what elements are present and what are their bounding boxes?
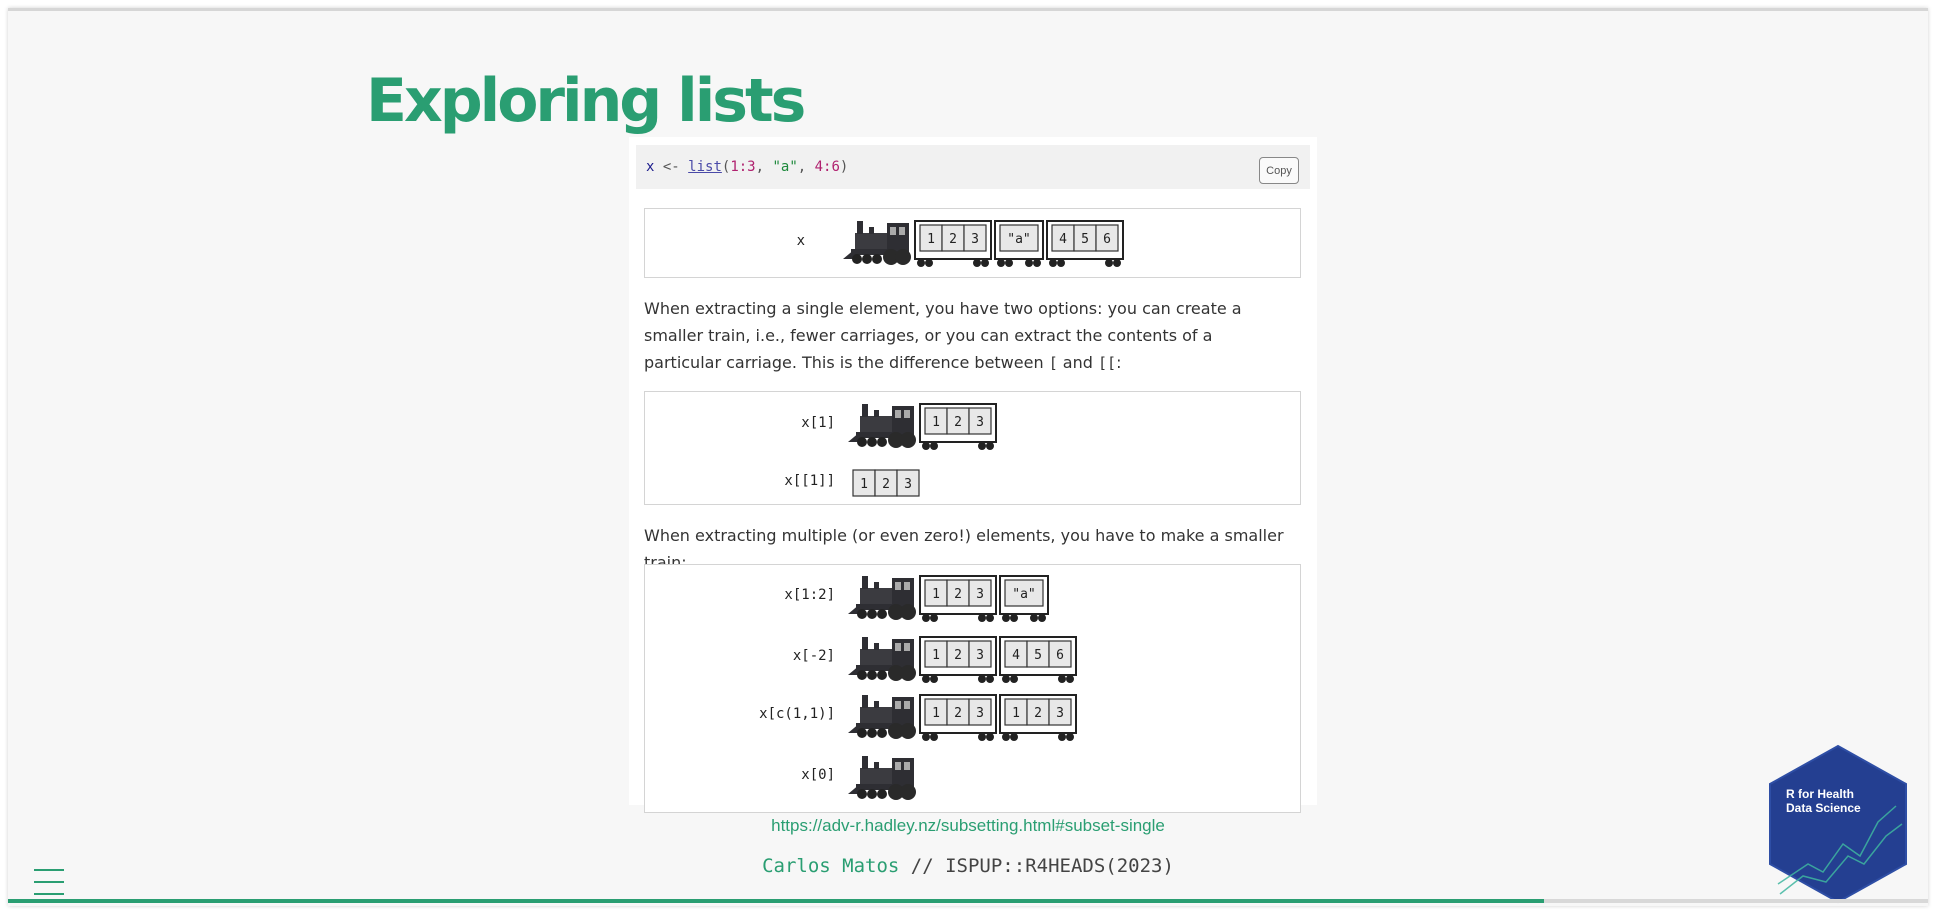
diagram-label: x — [796, 233, 805, 249]
para1-text: When extracting a single element, you ha… — [644, 299, 1242, 372]
cell-value: 2 — [954, 706, 962, 721]
cell-value: 3 — [904, 477, 912, 492]
locomotive-icon — [848, 637, 916, 681]
locomotive-icon — [848, 695, 916, 739]
cell-value: 3 — [976, 587, 984, 602]
carriage: "a" — [999, 575, 1049, 622]
diagram-x: x 1 2 3 "a" 4 5 6 — [644, 208, 1301, 278]
code-str: "a" — [772, 159, 798, 175]
train-x: 1 2 3 "a" 4 5 6 — [843, 220, 1124, 267]
cell-value: 2 — [954, 587, 962, 602]
cell-value: 1 — [932, 706, 940, 721]
locomotive-icon — [848, 576, 916, 620]
progress-fill — [8, 899, 1544, 903]
cell-value: 1 — [932, 587, 940, 602]
diagram-multiple: x[1:2] 1 2 3 "a" x[-2] 123456 x[c(1,1)] 123… — [644, 564, 1301, 813]
cell-value: 2 — [954, 415, 962, 430]
logo-text-1: R for Health — [1786, 787, 1854, 801]
cell-value: 2 — [1034, 706, 1042, 721]
code-sep1: , — [755, 159, 773, 175]
train-x0 — [848, 756, 916, 800]
logo-text-2: Data Science — [1786, 801, 1861, 815]
train-xc11: 123123 — [848, 694, 1077, 741]
cell-value: 1 — [1012, 706, 1020, 721]
para1-and: and — [1057, 353, 1098, 372]
copy-button[interactable]: Copy — [1259, 157, 1299, 184]
carriage: 123 — [919, 575, 997, 622]
code-line: x <- list(1:3, "a", 4:6) — [646, 159, 848, 175]
code-block: x <- list(1:3, "a", 4:6) Copy — [636, 145, 1310, 189]
code-close: ) — [839, 159, 849, 175]
footer: Carlos Matos // ISPUP::R4HEADS(2023) — [0, 855, 1936, 877]
diagram-label: x[-2] — [792, 648, 835, 664]
cell-value: 1 — [932, 648, 940, 663]
diagram-label: x[0] — [801, 767, 835, 783]
diagram-label: x[[1]] — [784, 473, 835, 489]
carriage: 123 — [919, 636, 997, 683]
cell-value: 1 — [860, 477, 868, 492]
code-fn: list — [688, 159, 722, 175]
slide: Exploring lists x <- list(1:3, "a", 4:6)… — [8, 8, 1928, 906]
cell-value: "a" — [1007, 232, 1030, 247]
menu-line — [34, 881, 64, 883]
carriage: 123 — [999, 694, 1077, 741]
cell-value: 1 — [927, 232, 935, 247]
carriage: 456 — [1046, 220, 1124, 267]
carriage: "a" — [994, 220, 1044, 267]
cell-value: "a" — [1012, 587, 1035, 602]
cell-value: 3 — [971, 232, 979, 247]
train-x12: 1 2 3 "a" — [848, 575, 1049, 622]
para1-op1: [ — [1048, 354, 1058, 372]
footer-name: Carlos Matos — [762, 855, 900, 877]
source-link[interactable]: https://adv-r.hadley.nz/subsetting.html#… — [0, 816, 1936, 836]
cell-value: 2 — [949, 232, 957, 247]
cell-value: 6 — [1056, 648, 1064, 663]
carriage: 123 — [914, 220, 992, 267]
locomotive-icon — [843, 221, 911, 265]
cell-value: 3 — [976, 648, 984, 663]
train-x11: 123 — [852, 469, 920, 497]
carriage: 456 — [999, 636, 1077, 683]
content-image: x <- list(1:3, "a", 4:6) Copy x 1 2 3 "a" 4 5… — [629, 137, 1317, 813]
cell-value: 5 — [1034, 648, 1042, 663]
cell-value: 2 — [882, 477, 890, 492]
code-num2: 4:6 — [814, 159, 840, 175]
code-sep2: , — [797, 159, 815, 175]
cell-value: 5 — [1081, 232, 1089, 247]
para1-end: : — [1116, 353, 1122, 372]
para1-op2: [[ — [1098, 354, 1117, 372]
code-arrow: <- — [654, 159, 689, 175]
cell-value: 3 — [976, 415, 984, 430]
cell-value: 6 — [1103, 232, 1111, 247]
progress-bar — [8, 899, 1928, 903]
menu-line — [34, 893, 64, 895]
cell-value: 3 — [976, 706, 984, 721]
carriage: 123 — [919, 694, 997, 741]
diagram-single: x[1] 123 x[[1]] 123 — [644, 391, 1301, 505]
cell-value: 2 — [954, 648, 962, 663]
cell-value: 1 — [932, 415, 940, 430]
cell-value: 3 — [1056, 706, 1064, 721]
diagram-label: x[1:2] — [784, 587, 835, 603]
cell-value: 4 — [1012, 648, 1020, 663]
locomotive-icon — [848, 756, 916, 800]
train-xm2: 123456 — [848, 636, 1077, 683]
carriage: 123 — [852, 469, 920, 497]
footer-rest: // ISPUP::R4HEADS(2023) — [899, 855, 1174, 877]
slide-title: Exploring lists — [366, 66, 806, 136]
code-num1: 1:3 — [730, 159, 756, 175]
cell-value: 4 — [1059, 232, 1067, 247]
carriage: 123 — [919, 403, 997, 450]
paragraph-single: When extracting a single element, you ha… — [644, 295, 1294, 377]
train-x1: 123 — [848, 403, 997, 450]
diagram-label: x[c(1,1)] — [759, 706, 835, 722]
locomotive-icon — [848, 404, 916, 448]
diagram-label: x[1] — [801, 415, 835, 431]
